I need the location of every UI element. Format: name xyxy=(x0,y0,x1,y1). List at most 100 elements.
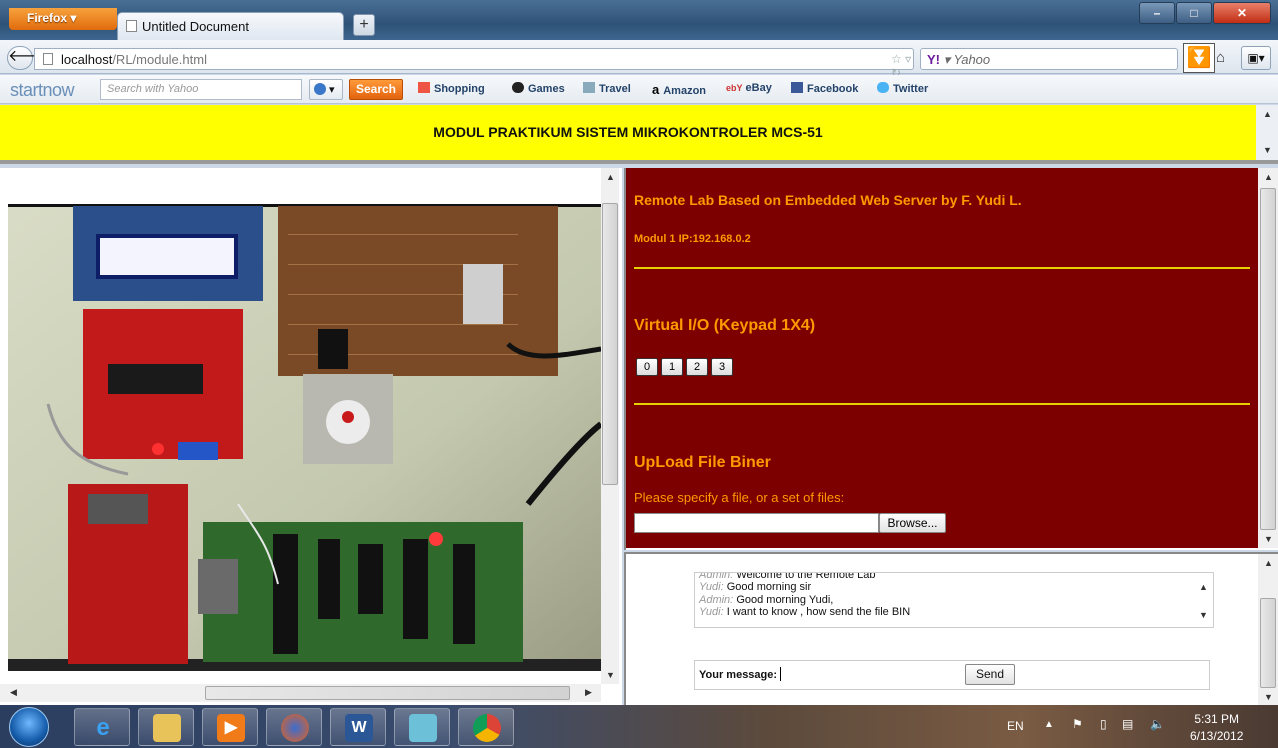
scroll-down-icon[interactable]: ▼ xyxy=(1264,692,1273,702)
link-label: eBay xyxy=(745,82,772,94)
link-twitter[interactable]: Twitter xyxy=(877,82,928,95)
upload-hint: Please specify a file, or a set of files… xyxy=(634,490,845,505)
close-button[interactable]: ✕ xyxy=(1213,2,1271,24)
start-button[interactable] xyxy=(9,707,49,747)
clock-time: 5:31 PM xyxy=(1194,712,1240,726)
chat-sender: Admin: xyxy=(699,572,734,581)
scroll-up-icon[interactable]: ▲ xyxy=(1263,109,1272,119)
scroll-left-icon[interactable]: ◀ xyxy=(10,687,17,698)
maximize-button[interactable]: □ xyxy=(1176,2,1212,24)
message-input[interactable] xyxy=(780,667,781,681)
search-engine-label: Yahoo xyxy=(953,52,991,67)
toolbar-search-button[interactable]: Search xyxy=(349,79,403,100)
internet-explorer-taskbar-icon[interactable]: e xyxy=(74,708,130,746)
key-2-button[interactable]: 2 xyxy=(686,358,708,376)
scroll-down-icon[interactable]: ▼ xyxy=(1199,609,1208,621)
page-icon xyxy=(126,20,137,32)
header-scrollbar[interactable]: ▲ ▼ xyxy=(1256,105,1278,160)
upload-title: UpLoad File Biner xyxy=(634,454,771,471)
link-shopping[interactable]: Shopping xyxy=(418,82,485,95)
media-player-taskbar-icon[interactable]: ▶ xyxy=(202,708,258,746)
chrome-taskbar-icon[interactable] xyxy=(458,708,514,746)
toolbar-search-input[interactable]: Search with Yahoo xyxy=(100,79,302,100)
browse-button[interactable]: Browse... xyxy=(879,513,946,533)
globe-icon xyxy=(314,83,326,95)
scroll-up-icon[interactable]: ▲ xyxy=(1264,172,1273,182)
extensions-menu-icon[interactable]: ▣▾ xyxy=(1241,46,1271,70)
file-path-input[interactable] xyxy=(634,513,879,533)
battery-icon[interactable]: ▯ xyxy=(1100,717,1107,731)
link-ebay[interactable]: ebY eBay xyxy=(726,82,772,94)
camera-frame: ▲ ▼ ◀ ▶ xyxy=(0,168,622,705)
explorer-taskbar-icon[interactable] xyxy=(138,708,194,746)
volume-icon[interactable]: 🔈 xyxy=(1150,717,1165,731)
link-games[interactable]: Games xyxy=(512,82,565,95)
message-form: Your message: Send xyxy=(694,660,1210,690)
link-travel[interactable]: Travel xyxy=(583,82,631,95)
minimize-button[interactable]: – xyxy=(1139,2,1175,24)
camera-horizontal-scrollbar[interactable]: ◀ ▶ xyxy=(0,684,601,702)
chat-message: Yudi: I want to know , how send the file… xyxy=(699,606,1189,618)
network-icon[interactable]: ▤ xyxy=(1122,717,1133,731)
url-path: /RL/module.html xyxy=(112,52,207,67)
key-0-button[interactable]: 0 xyxy=(636,358,658,376)
lab-panel-scrollbar[interactable]: ▲ ▼ xyxy=(1258,168,1278,548)
startnow-toolbar: startnow Search with Yahoo ▾ Search Shop… xyxy=(0,75,1278,104)
downloader-icon[interactable]: ⏬ xyxy=(1183,43,1215,73)
scroll-down-icon[interactable]: ▼ xyxy=(1263,145,1272,155)
scroll-right-icon[interactable]: ▶ xyxy=(585,687,592,698)
chat-log[interactable]: Admin: Welcome to the Remote Lab Yudi: G… xyxy=(694,572,1214,628)
link-label: Travel xyxy=(599,83,631,95)
shopping-icon xyxy=(418,82,430,93)
page-title: MODUL PRAKTIKUM SISTEM MIKROKONTROLER MC… xyxy=(0,105,1256,160)
chat-frame-scrollbar[interactable]: ▲ ▼ xyxy=(1258,554,1278,705)
scroll-down-icon[interactable]: ▼ xyxy=(1264,534,1273,544)
link-label: Facebook xyxy=(807,83,859,95)
lab-control-panel: Remote Lab Based on Embedded Web Server … xyxy=(626,168,1258,548)
action-center-icon[interactable]: ⚑ xyxy=(1072,717,1083,731)
ebay-icon: ebY xyxy=(726,83,743,93)
firefox-menu-button[interactable]: Firefox ▾ xyxy=(9,8,117,30)
scrollbar-thumb[interactable] xyxy=(1260,598,1276,688)
camera-vertical-scrollbar[interactable]: ▲ ▼ xyxy=(601,168,619,684)
notes-taskbar-icon[interactable] xyxy=(394,708,450,746)
key-1-button[interactable]: 1 xyxy=(661,358,683,376)
chat-message: Yudi: Good morning sir xyxy=(699,581,1189,593)
scrollbar-thumb[interactable] xyxy=(1260,188,1276,530)
chat-message: Admin: Good morning Yudi, xyxy=(699,594,1189,606)
language-indicator[interactable]: EN xyxy=(1007,719,1024,733)
word-taskbar-icon[interactable]: W xyxy=(330,708,386,746)
lab-control-frame: Remote Lab Based on Embedded Web Server … xyxy=(624,168,1278,550)
link-label: Shopping xyxy=(434,83,485,95)
scroll-down-icon[interactable]: ▼ xyxy=(606,670,615,680)
clock[interactable]: 5:31 PM 6/13/2012 xyxy=(1190,711,1243,745)
show-hidden-icons-icon[interactable]: ▲ xyxy=(1044,719,1054,730)
home-icon[interactable]: ⌂ xyxy=(1216,49,1225,66)
search-engine-box[interactable]: Y! ▾ Yahoo xyxy=(920,48,1178,70)
url-host: localhost xyxy=(61,52,113,67)
chat-text: Good morning sir xyxy=(726,581,812,594)
scroll-up-icon[interactable]: ▲ xyxy=(1264,558,1273,568)
chat-frame: Admin: Welcome to the Remote Lab Yudi: G… xyxy=(624,552,1278,705)
page-icon xyxy=(43,53,53,65)
key-3-button[interactable]: 3 xyxy=(711,358,733,376)
back-button[interactable]: 🡐 xyxy=(7,46,51,70)
link-amazon[interactable]: a Amazon xyxy=(652,82,706,97)
send-button[interactable]: Send xyxy=(965,664,1015,685)
windows-taskbar: e ▶ W EN ▲ ⚑ ▯ ▤ 🔈 5:31 PM 6/13/2012 xyxy=(0,705,1278,748)
chat-text: I want to know , how send the file BIN xyxy=(726,606,911,619)
tab-untitled-document[interactable]: Untitled Document xyxy=(117,12,344,40)
twitter-icon xyxy=(877,82,889,93)
firefox-taskbar-icon[interactable] xyxy=(266,708,322,746)
facebook-icon xyxy=(791,82,803,93)
link-facebook[interactable]: Facebook xyxy=(791,82,858,95)
scroll-up-icon[interactable]: ▲ xyxy=(606,172,615,182)
search-provider-button[interactable]: ▾ xyxy=(309,79,343,100)
new-tab-button[interactable]: + xyxy=(353,14,375,36)
url-bar[interactable]: localhost/RL/module.html ☆ ▿ ↻ xyxy=(34,48,914,80)
chat-sender: Admin: xyxy=(699,593,734,606)
chat-message: Admin: Welcome to the Remote Lab xyxy=(699,572,1189,581)
scrollbar-thumb[interactable] xyxy=(205,686,570,700)
scroll-up-icon[interactable]: ▲ xyxy=(1199,581,1208,593)
scrollbar-thumb[interactable] xyxy=(602,203,618,485)
